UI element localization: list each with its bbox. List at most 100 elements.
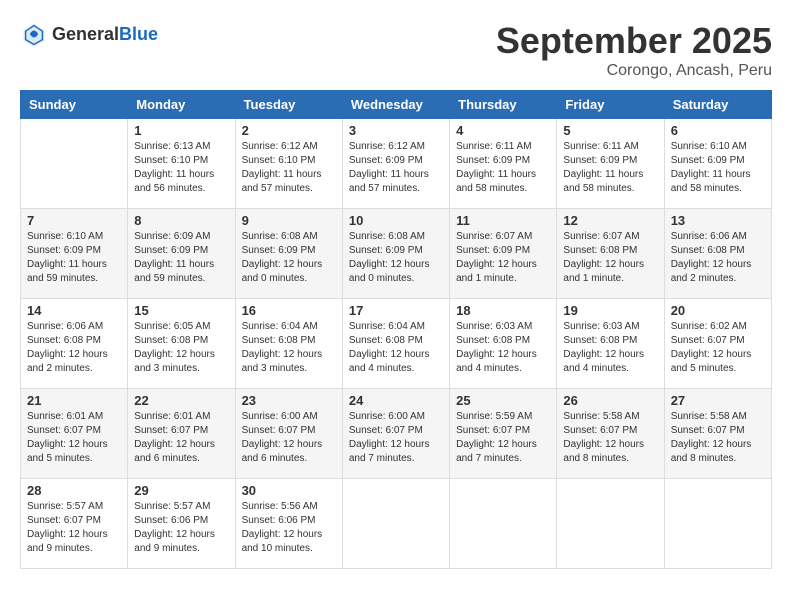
day-info: Sunrise: 6:10 AMSunset: 6:09 PMDaylight:… bbox=[671, 140, 765, 196]
calendar-cell: 4 Sunrise: 6:11 AMSunset: 6:09 PMDaylight… bbox=[450, 119, 557, 209]
day-number: 1 bbox=[134, 123, 228, 138]
weekday-header-thursday: Thursday bbox=[450, 91, 557, 119]
day-info: Sunrise: 6:09 AMSunset: 6:09 PMDaylight:… bbox=[134, 230, 228, 286]
calendar-cell bbox=[664, 479, 771, 569]
weekday-header-sunday: Sunday bbox=[21, 91, 128, 119]
calendar-cell: 12 Sunrise: 6:07 AMSunset: 6:08 PMDayligh… bbox=[557, 209, 664, 299]
weekday-header-saturday: Saturday bbox=[664, 91, 771, 119]
weekday-header-monday: Monday bbox=[128, 91, 235, 119]
calendar-week-row: 21 Sunrise: 6:01 AMSunset: 6:07 PMDayligh… bbox=[21, 389, 772, 479]
calendar-cell bbox=[21, 119, 128, 209]
calendar-cell bbox=[342, 479, 449, 569]
calendar-cell: 16 Sunrise: 6:04 AMSunset: 6:08 PMDayligh… bbox=[235, 299, 342, 389]
day-info: Sunrise: 6:08 AMSunset: 6:09 PMDaylight:… bbox=[349, 230, 443, 286]
day-number: 20 bbox=[671, 303, 765, 318]
day-info: Sunrise: 6:00 AMSunset: 6:07 PMDaylight:… bbox=[242, 410, 336, 466]
day-info: Sunrise: 6:07 AMSunset: 6:08 PMDaylight:… bbox=[563, 230, 657, 286]
day-number: 8 bbox=[134, 213, 228, 228]
calendar-cell: 7Sunrise: 6:10 AMSunset: 6:09 PMDaylight… bbox=[21, 209, 128, 299]
day-info: Sunrise: 6:02 AMSunset: 6:07 PMDaylight:… bbox=[671, 320, 765, 376]
logo: General Blue bbox=[20, 20, 158, 48]
day-info: Sunrise: 5:57 AMSunset: 6:07 PMDaylight:… bbox=[27, 500, 121, 556]
day-number: 25 bbox=[456, 393, 550, 408]
calendar-cell: 19 Sunrise: 6:03 AMSunset: 6:08 PMDayligh… bbox=[557, 299, 664, 389]
calendar-cell: 25 Sunrise: 5:59 AMSunset: 6:07 PMDayligh… bbox=[450, 389, 557, 479]
day-info: Sunrise: 5:59 AMSunset: 6:07 PMDaylight:… bbox=[456, 410, 550, 466]
day-number: 16 bbox=[242, 303, 336, 318]
calendar-week-row: 7Sunrise: 6:10 AMSunset: 6:09 PMDaylight… bbox=[21, 209, 772, 299]
day-info: Sunrise: 6:13 AMSunset: 6:10 PMDaylight:… bbox=[134, 140, 228, 196]
logo-general: General bbox=[52, 24, 119, 45]
day-number: 6 bbox=[671, 123, 765, 138]
calendar-cell: 18Sunrise: 6:03 AMSunset: 6:08 PMDayligh… bbox=[450, 299, 557, 389]
calendar-cell: 3Sunrise: 6:12 AMSunset: 6:09 PMDaylight… bbox=[342, 119, 449, 209]
day-info: Sunrise: 6:11 AMSunset: 6:09 PMDaylight:… bbox=[563, 140, 657, 196]
calendar-cell: 15Sunrise: 6:05 AMSunset: 6:08 PMDayligh… bbox=[128, 299, 235, 389]
day-number: 27 bbox=[671, 393, 765, 408]
day-info: Sunrise: 6:11 AMSunset: 6:09 PMDaylight:… bbox=[456, 140, 550, 196]
calendar-cell: 6 Sunrise: 6:10 AMSunset: 6:09 PMDaylight… bbox=[664, 119, 771, 209]
calendar-cell: 27 Sunrise: 5:58 AMSunset: 6:07 PMDayligh… bbox=[664, 389, 771, 479]
day-number: 5 bbox=[563, 123, 657, 138]
calendar-cell: 10 Sunrise: 6:08 AMSunset: 6:09 PMDayligh… bbox=[342, 209, 449, 299]
day-number: 14 bbox=[27, 303, 121, 318]
calendar-header-row: SundayMondayTuesdayWednesdayThursdayFrid… bbox=[21, 91, 772, 119]
day-info: Sunrise: 6:06 AMSunset: 6:08 PMDaylight:… bbox=[671, 230, 765, 286]
day-number: 2 bbox=[242, 123, 336, 138]
day-info: Sunrise: 6:07 AMSunset: 6:09 PMDaylight:… bbox=[456, 230, 550, 286]
day-number: 7 bbox=[27, 213, 121, 228]
day-info: Sunrise: 5:58 AMSunset: 6:07 PMDaylight:… bbox=[671, 410, 765, 466]
weekday-header-friday: Friday bbox=[557, 91, 664, 119]
day-info: Sunrise: 5:56 AMSunset: 6:06 PMDaylight:… bbox=[242, 500, 336, 556]
day-number: 22 bbox=[134, 393, 228, 408]
day-info: Sunrise: 6:04 AMSunset: 6:08 PMDaylight:… bbox=[242, 320, 336, 376]
day-number: 13 bbox=[671, 213, 765, 228]
day-info: Sunrise: 6:06 AMSunset: 6:08 PMDaylight:… bbox=[27, 320, 121, 376]
calendar-cell: 8 Sunrise: 6:09 AMSunset: 6:09 PMDaylight… bbox=[128, 209, 235, 299]
day-info: Sunrise: 6:12 AMSunset: 6:09 PMDaylight:… bbox=[349, 140, 443, 196]
day-number: 21 bbox=[27, 393, 121, 408]
calendar-cell: 22 Sunrise: 6:01 AMSunset: 6:07 PMDayligh… bbox=[128, 389, 235, 479]
day-number: 9 bbox=[242, 213, 336, 228]
day-number: 10 bbox=[349, 213, 443, 228]
day-info: Sunrise: 6:04 AMSunset: 6:08 PMDaylight:… bbox=[349, 320, 443, 376]
calendar-cell: 1 Sunrise: 6:13 AMSunset: 6:10 PMDaylight… bbox=[128, 119, 235, 209]
calendar-week-row: 1 Sunrise: 6:13 AMSunset: 6:10 PMDaylight… bbox=[21, 119, 772, 209]
day-info: Sunrise: 6:03 AMSunset: 6:08 PMDaylight:… bbox=[563, 320, 657, 376]
calendar-cell: 13 Sunrise: 6:06 AMSunset: 6:08 PMDayligh… bbox=[664, 209, 771, 299]
logo-text: General Blue bbox=[52, 24, 158, 45]
day-number: 19 bbox=[563, 303, 657, 318]
day-info: Sunrise: 6:01 AMSunset: 6:07 PMDaylight:… bbox=[134, 410, 228, 466]
weekday-header-wednesday: Wednesday bbox=[342, 91, 449, 119]
day-info: Sunrise: 6:01 AMSunset: 6:07 PMDaylight:… bbox=[27, 410, 121, 466]
day-number: 18 bbox=[456, 303, 550, 318]
title-area: September 2025 Corongo, Ancash, Peru bbox=[496, 20, 772, 80]
day-number: 12 bbox=[563, 213, 657, 228]
calendar-cell: 17 Sunrise: 6:04 AMSunset: 6:08 PMDayligh… bbox=[342, 299, 449, 389]
calendar-cell: 2Sunrise: 6:12 AMSunset: 6:10 PMDaylight… bbox=[235, 119, 342, 209]
calendar-week-row: 14 Sunrise: 6:06 AMSunset: 6:08 PMDayligh… bbox=[21, 299, 772, 389]
day-info: Sunrise: 6:00 AMSunset: 6:07 PMDaylight:… bbox=[349, 410, 443, 466]
calendar-cell bbox=[557, 479, 664, 569]
day-number: 17 bbox=[349, 303, 443, 318]
day-number: 24 bbox=[349, 393, 443, 408]
calendar-cell: 11Sunrise: 6:07 AMSunset: 6:09 PMDayligh… bbox=[450, 209, 557, 299]
calendar-cell: 9Sunrise: 6:08 AMSunset: 6:09 PMDaylight… bbox=[235, 209, 342, 299]
location-title: Corongo, Ancash, Peru bbox=[496, 62, 772, 80]
day-info: Sunrise: 5:57 AMSunset: 6:06 PMDaylight:… bbox=[134, 500, 228, 556]
logo-icon bbox=[20, 20, 48, 48]
day-number: 29 bbox=[134, 483, 228, 498]
day-number: 30 bbox=[242, 483, 336, 498]
calendar-cell: 29 Sunrise: 5:57 AMSunset: 6:06 PMDayligh… bbox=[128, 479, 235, 569]
calendar-cell: 21 Sunrise: 6:01 AMSunset: 6:07 PMDayligh… bbox=[21, 389, 128, 479]
weekday-header-tuesday: Tuesday bbox=[235, 91, 342, 119]
calendar-week-row: 28 Sunrise: 5:57 AMSunset: 6:07 PMDayligh… bbox=[21, 479, 772, 569]
calendar-cell: 5 Sunrise: 6:11 AMSunset: 6:09 PMDaylight… bbox=[557, 119, 664, 209]
calendar-cell: 14 Sunrise: 6:06 AMSunset: 6:08 PMDayligh… bbox=[21, 299, 128, 389]
calendar-cell: 30 Sunrise: 5:56 AMSunset: 6:06 PMDayligh… bbox=[235, 479, 342, 569]
calendar-cell bbox=[450, 479, 557, 569]
day-number: 4 bbox=[456, 123, 550, 138]
day-info: Sunrise: 6:05 AMSunset: 6:08 PMDaylight:… bbox=[134, 320, 228, 376]
day-number: 28 bbox=[27, 483, 121, 498]
calendar-cell: 26Sunrise: 5:58 AMSunset: 6:07 PMDayligh… bbox=[557, 389, 664, 479]
